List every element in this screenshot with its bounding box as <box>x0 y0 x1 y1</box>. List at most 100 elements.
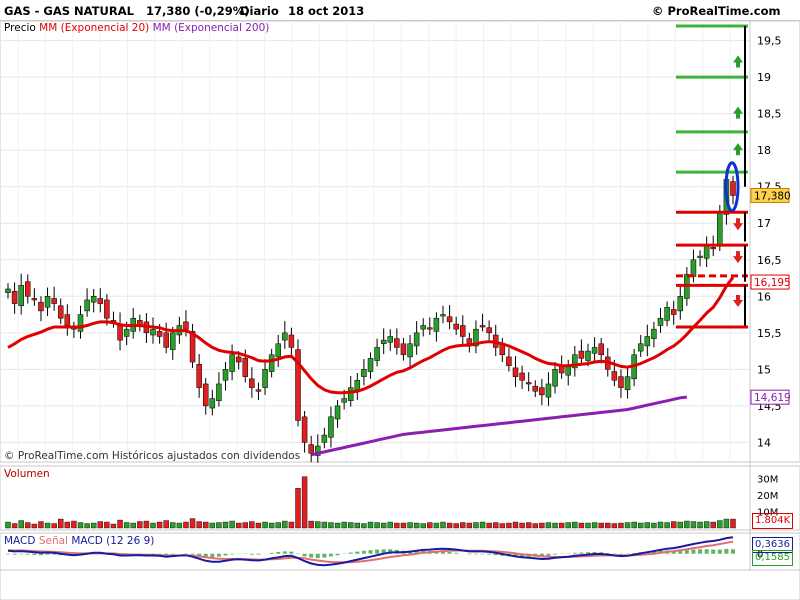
candle-body <box>5 288 11 293</box>
volume-bar <box>585 522 591 529</box>
price-tag-label: 14,619 <box>754 392 791 404</box>
volume-bar <box>341 521 347 529</box>
candle-body <box>591 347 598 354</box>
macd-histogram-bar <box>361 550 366 554</box>
volume-bar <box>493 522 499 529</box>
macd-legend-macd: MACD <box>4 535 36 547</box>
volume-bar <box>5 521 11 529</box>
candle-body <box>545 383 552 398</box>
macd-histogram-bar <box>210 553 215 558</box>
period-label: Diario <box>240 4 279 18</box>
candle-body <box>183 321 189 330</box>
volume-bar <box>466 522 473 529</box>
macd-histogram-bar <box>269 552 274 554</box>
macd-histogram-bar <box>724 548 729 554</box>
volume-bar <box>591 522 598 529</box>
macd-histogram-bar <box>328 553 333 557</box>
legend-ma20: MM (Exponencial 20) <box>39 22 150 34</box>
volume-bar <box>295 488 301 529</box>
volume-bar <box>638 522 644 529</box>
candle-body <box>703 244 710 259</box>
macd-histogram-bar <box>256 553 261 555</box>
volume-bar <box>407 522 413 529</box>
macd-histogram-bar <box>355 551 360 554</box>
volume-bar <box>156 521 163 529</box>
candle-body <box>90 296 97 303</box>
volume-bar <box>578 522 585 529</box>
candle-body <box>11 290 18 304</box>
volume-bar <box>288 521 295 529</box>
candle-body <box>354 380 361 391</box>
volume-bar <box>11 523 18 529</box>
volume-bar <box>644 522 651 529</box>
macd-histogram-bar <box>19 553 24 555</box>
candle-body <box>433 317 440 332</box>
volume-bar <box>38 521 44 529</box>
volume-bar <box>31 523 38 529</box>
price-tag-label: 17,380 <box>754 190 791 202</box>
volume-bar <box>506 522 512 529</box>
candle-body <box>282 332 288 341</box>
candle-body <box>453 323 459 330</box>
candle-body <box>710 247 716 250</box>
candle-body <box>361 369 367 377</box>
volume-last-tag: 1.804K <box>752 513 794 529</box>
macd-histogram-bar <box>335 553 340 556</box>
candle-body <box>440 314 446 317</box>
candle-body <box>275 343 281 358</box>
candle-body <box>730 181 736 196</box>
candle-body <box>420 325 426 330</box>
volume-bar <box>697 521 703 529</box>
volume-bar <box>117 519 123 529</box>
volume-bar <box>348 522 354 529</box>
macd-histogram-bar <box>375 549 380 554</box>
candle-body <box>97 298 104 304</box>
candle-body <box>328 416 334 438</box>
candle-body <box>407 343 413 358</box>
candle-body <box>690 259 697 277</box>
stock-chart[interactable]: 19,51918,51817,51716,51615,51514,5141420… <box>0 0 800 600</box>
volume-bar <box>473 522 479 529</box>
macd-histogram-bar <box>368 550 373 554</box>
candle-body <box>400 343 407 355</box>
candle-body <box>637 343 644 352</box>
volume-bar <box>539 522 545 529</box>
macd-histogram-bar <box>38 553 43 556</box>
candle-body <box>84 299 90 312</box>
candle-body <box>387 336 394 343</box>
candle-body <box>255 389 262 392</box>
macd-histogram-bar <box>691 549 696 554</box>
volume-bar <box>354 522 361 529</box>
candle-body <box>644 336 651 347</box>
macd-histogram-bar <box>302 553 307 557</box>
volume-bar <box>723 518 730 529</box>
candle-body <box>196 363 202 388</box>
volume-bar <box>413 522 420 529</box>
candle-body <box>31 298 38 301</box>
site-credit: © ProRealTime.com <box>652 4 781 18</box>
candle-body <box>479 325 486 328</box>
candle-body <box>44 296 51 308</box>
volume-title: Volumen <box>4 468 50 480</box>
macd-histogram-bar <box>711 549 716 554</box>
candle-body <box>163 332 169 348</box>
macd-histogram-bar <box>348 552 353 554</box>
volume-bar <box>684 520 690 529</box>
candle-body <box>466 338 473 345</box>
candle-body <box>25 281 31 297</box>
volume-bar <box>420 523 426 529</box>
volume-bar <box>97 521 103 529</box>
macd-histogram-bar <box>572 552 577 554</box>
volume-bar <box>308 520 314 529</box>
candle-body <box>216 383 222 402</box>
candle-body <box>374 347 380 361</box>
candle-body <box>651 328 657 339</box>
macd-legend-line: MACD (12 26 9) <box>71 535 155 547</box>
volume-bar <box>334 522 341 529</box>
price-tick-label: 19 <box>757 71 771 84</box>
volume-bar <box>525 522 532 529</box>
volume-bar <box>618 522 624 529</box>
candle-body <box>347 387 354 402</box>
macd-histogram-bar <box>276 551 281 554</box>
volume-bar <box>374 522 380 529</box>
